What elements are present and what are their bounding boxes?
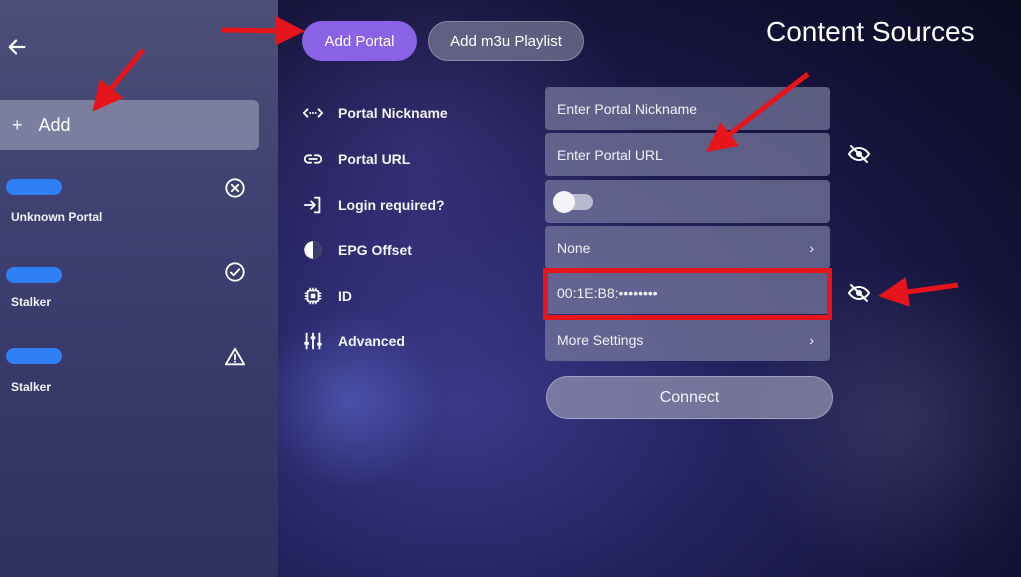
toggle-knob	[553, 190, 575, 213]
input-placeholder: Enter Portal URL	[557, 146, 663, 163]
portal-type: Stalker	[11, 295, 52, 309]
portal-url-input[interactable]: Enter Portal URL	[545, 133, 830, 176]
select-value: More Settings	[557, 331, 644, 348]
select-value: None	[557, 239, 591, 256]
redacted-name	[6, 348, 62, 364]
login-required-toggle[interactable]	[553, 190, 593, 213]
check-circle-icon[interactable]	[224, 261, 246, 283]
clock-icon	[302, 239, 324, 261]
portal-list-item[interactable]: Unknown Portal	[0, 170, 278, 240]
portal-type: Unknown Portal	[11, 210, 103, 224]
sliders-icon	[302, 330, 324, 352]
label-portal-nickname: Portal Nickname	[302, 101, 448, 125]
link-icon	[302, 148, 324, 170]
portal-list-item[interactable]: Stalker	[0, 255, 278, 325]
sidebar: + Add Unknown Portal Stalker Stalker	[0, 0, 278, 577]
label-text: Login required?	[338, 197, 445, 213]
portal-list-item[interactable]: Stalker	[0, 340, 278, 410]
page-title: Content Sources	[766, 16, 975, 47]
portal-type: Stalker	[11, 380, 52, 394]
add-portal-button[interactable]: + Add	[0, 100, 259, 150]
x-circle-icon[interactable]	[224, 177, 246, 199]
tab-add-portal[interactable]: Add Portal	[302, 21, 417, 61]
plus-icon: +	[12, 114, 23, 135]
label-epg-offset: EPG Offset	[302, 238, 412, 262]
label-login-required: Login required?	[302, 193, 445, 217]
label-text: Portal URL	[338, 151, 411, 167]
chevron-right-icon: ›	[809, 239, 814, 256]
tab-add-m3u-playlist[interactable]: Add m3u Playlist	[428, 21, 584, 61]
annotation-highlight-box	[543, 268, 832, 320]
login-required-toggle-row[interactable]	[545, 180, 830, 223]
label-text: ID	[338, 288, 352, 304]
label-id: ID	[302, 284, 352, 308]
eye-off-icon[interactable]	[847, 281, 871, 305]
back-arrow-icon[interactable]	[6, 36, 28, 58]
label-advanced: Advanced	[302, 329, 405, 353]
login-icon	[302, 194, 324, 216]
chevron-right-icon: ›	[809, 331, 814, 348]
label-text: Advanced	[338, 333, 405, 349]
portal-nickname-input[interactable]: Enter Portal Nickname	[545, 87, 830, 130]
annotation-arrow	[878, 277, 959, 307]
code-arrows-icon	[302, 102, 324, 124]
redacted-name	[6, 267, 62, 283]
label-portal-url: Portal URL	[302, 147, 410, 171]
label-text: Portal Nickname	[338, 105, 448, 121]
chip-icon	[302, 285, 324, 307]
eye-off-icon[interactable]	[847, 142, 871, 166]
add-label: Add	[38, 114, 71, 135]
input-placeholder: Enter Portal Nickname	[557, 100, 698, 117]
advanced-more-settings[interactable]: More Settings ›	[545, 318, 830, 361]
connect-button[interactable]: Connect	[546, 376, 833, 419]
redacted-name	[6, 179, 62, 195]
epg-offset-select[interactable]: None ›	[545, 226, 830, 269]
warning-triangle-icon[interactable]	[224, 346, 246, 368]
label-text: EPG Offset	[338, 242, 412, 258]
